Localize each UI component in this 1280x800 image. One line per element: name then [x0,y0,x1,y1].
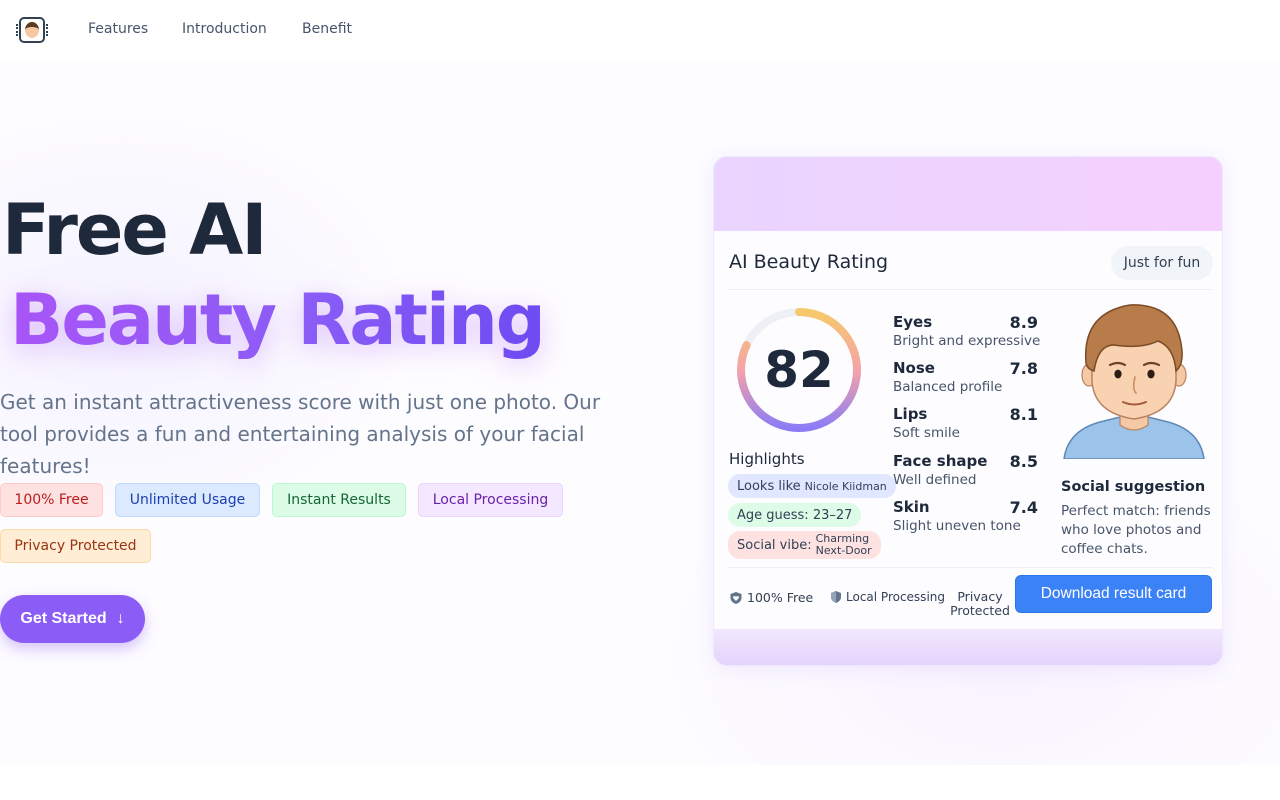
card-title: AI Beauty Rating [729,251,889,273]
metric-name: Eyes [893,313,933,331]
get-started-label: Get Started [20,610,107,627]
avatar-eye-left [1114,369,1122,379]
footer-free: 100% Free [729,590,813,605]
card-divider [728,289,1212,290]
looks-like-label: Looks like [737,478,801,494]
avatar-eye-right [1147,369,1155,379]
heart-shield-icon [730,591,742,604]
badge-privacy-protected: Privacy Protected [0,529,151,563]
top-nav: Features Introduction Benefit [0,0,1280,60]
looks-like-value: Nicole Kiidman [804,479,887,493]
social-vibe-value: Charming Next-Door [816,533,872,557]
metric-desc: Soft smile [893,425,960,441]
card-footer-divider [728,567,1212,568]
nav-link-features[interactable]: Features [88,21,148,37]
metric-desc: Balanced profile [893,379,1003,395]
just-for-fun-pill: Just for fun [1111,246,1213,280]
metric-name: Face shape [893,452,988,470]
metric-desc: Slight uneven tone [893,518,1021,534]
social-vibe-label: Social vibe: [737,537,812,553]
chip-social-vibe: Social vibe: Charming Next-Door [728,531,881,559]
metric-desc: Well defined [893,472,977,488]
chip-looks-like: Looks like Nicole Kiidman [728,474,896,498]
metric-desc: Bright and expressive [893,333,1041,349]
social-suggestion-text: Perfect match: friends who love photos a… [1061,503,1211,557]
social-suggestion-title: Social suggestion [1061,479,1206,495]
shield-icon [831,591,841,603]
highlights-title: Highlights [729,450,805,468]
metric-value: 8.5 [1009,452,1038,471]
arrow-down-icon: ↓ [116,610,125,627]
social-vibe-line2: Next-Door [815,544,872,557]
hero-title-line2: Beauty Rating [10,279,546,361]
download-result-card-button[interactable]: Download result card [1015,575,1212,613]
result-card: AI Beauty Rating Just for fun 82 Highlig… [713,156,1223,666]
metric-value: 8.9 [1009,313,1038,332]
hero-description: Get an instant attractiveness score with… [0,390,601,478]
badge-unlimited-usage: Unlimited Usage [115,483,260,517]
result-card-bottom-band [714,629,1222,665]
metric-value: 8.1 [1009,405,1038,424]
nav-link-introduction[interactable]: Introduction [182,21,267,37]
robot-face-chip-icon[interactable] [16,17,48,43]
footer-local-label: Local Processing [846,590,945,604]
chip-age-guess: Age guess: 23–27 [728,503,862,527]
get-started-button[interactable]: Get Started ↓ [0,595,145,643]
badge-local-processing: Local Processing [418,483,563,517]
avatar-illustration [1063,304,1205,459]
badge-instant-results: Instant Results [272,483,406,517]
badge-free: 100% Free [0,483,103,517]
metric-value: 7.4 [1009,498,1038,517]
footer-local-processing: Local Processing [830,590,945,604]
footer-free-label: 100% Free [747,590,814,605]
metric-name: Skin [893,498,930,516]
metric-value: 7.8 [1009,359,1038,378]
nav-link-benefit[interactable]: Benefit [302,21,352,37]
logo-face [25,22,39,38]
hero-title-line1: Free AI [2,189,267,271]
metric-name: Nose [893,359,935,377]
score-value: 82 [764,341,834,399]
metric-name: Lips [893,405,928,423]
footer-privacy-label: Privacy Protected [950,589,1010,618]
